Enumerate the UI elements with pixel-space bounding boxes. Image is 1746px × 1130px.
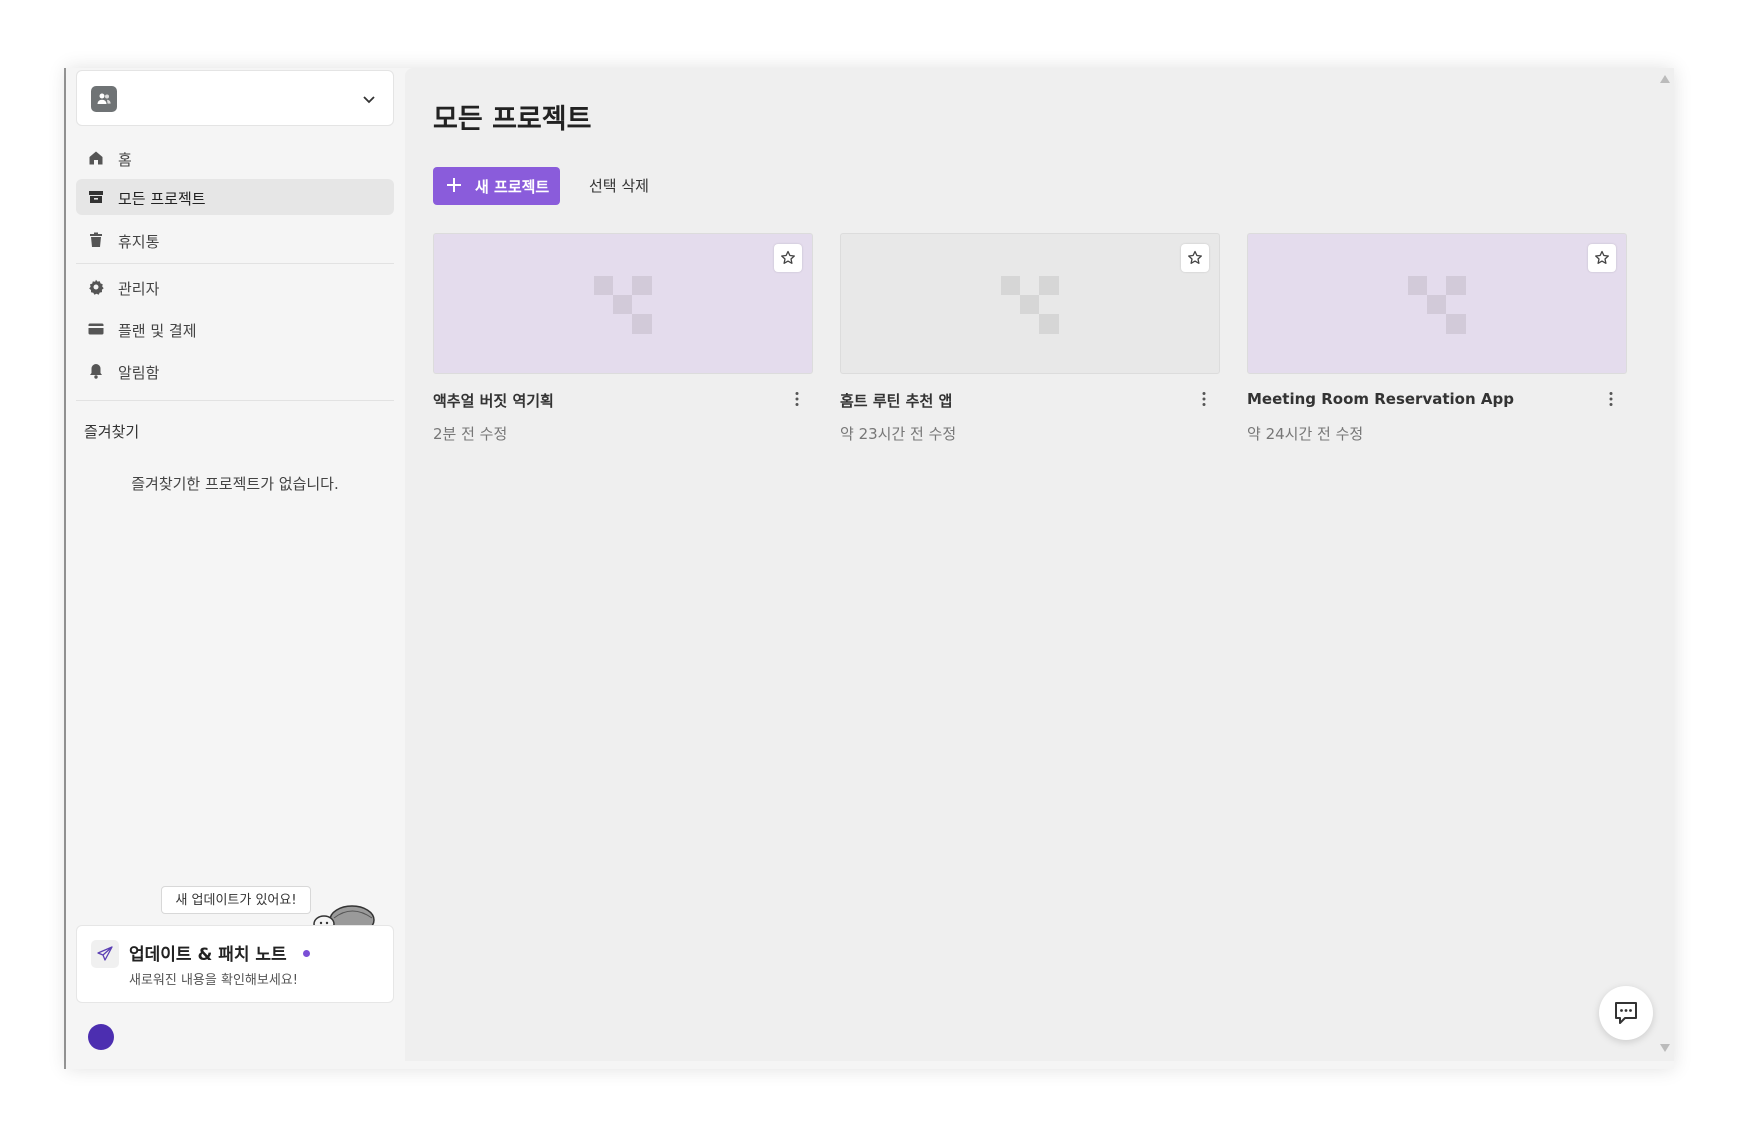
gear-icon	[89, 279, 104, 295]
chat-icon	[1615, 1002, 1637, 1024]
more-vertical-icon[interactable]	[795, 391, 799, 407]
project-modified: 약 23시간 전 수정	[840, 425, 957, 443]
sidebar-item-trash[interactable]: 휴지통	[76, 222, 394, 258]
new-indicator-dot	[303, 950, 310, 957]
sidebar: 홈 모든 프로젝트 휴지통 관리자 플랜 및 결제 알림함 즐겨찾기 즐겨찾기한…	[66, 68, 404, 1069]
placeholder-logo-icon	[594, 276, 652, 334]
main-content: 모든 프로젝트 새 프로젝트 선택 삭제 액추얼 버짓 역기획 2분 전 수정	[405, 68, 1674, 1061]
sidebar-item-label: 홈	[118, 151, 132, 169]
star-icon	[1188, 250, 1202, 264]
placeholder-logo-icon	[1408, 276, 1466, 334]
credit-card-icon	[88, 323, 104, 335]
sidebar-item-admin[interactable]: 관리자	[76, 269, 394, 305]
update-title: 업데이트 & 패치 노트	[129, 945, 287, 965]
update-tooltip: 새 업데이트가 있어요!	[161, 886, 311, 914]
more-vertical-icon[interactable]	[1202, 391, 1206, 407]
sidebar-item-plans[interactable]: 플랜 및 결제	[76, 311, 394, 347]
sidebar-item-label: 모든 프로젝트	[118, 190, 206, 208]
project-modified: 약 24시간 전 수정	[1247, 425, 1364, 443]
sidebar-item-label: 알림함	[118, 364, 160, 382]
favorites-title: 즐겨찾기	[84, 423, 140, 441]
send-icon	[91, 940, 119, 968]
project-thumbnail[interactable]	[1247, 233, 1627, 374]
new-project-label: 새 프로젝트	[475, 178, 550, 196]
favorite-star-button[interactable]	[1181, 244, 1209, 272]
page-title: 모든 프로젝트	[433, 104, 592, 135]
team-icon	[91, 86, 117, 112]
bell-icon	[90, 364, 102, 379]
project-card[interactable]: Meeting Room Reservation App 약 24시간 전 수정	[1247, 233, 1627, 443]
project-card[interactable]: 홈트 루틴 추천 앱 약 23시간 전 수정	[840, 233, 1220, 443]
sidebar-item-label: 휴지통	[118, 233, 160, 251]
star-icon	[781, 250, 795, 264]
sidebar-item-label: 플랜 및 결제	[118, 322, 197, 340]
favorite-star-button[interactable]	[774, 244, 802, 272]
project-title[interactable]: Meeting Room Reservation App	[1247, 390, 1514, 408]
sidebar-item-label: 관리자	[118, 280, 160, 298]
app-window: 홈 모든 프로젝트 휴지통 관리자 플랜 및 결제 알림함 즐겨찾기 즐겨찾기한…	[66, 68, 1674, 1069]
sidebar-item-notifications[interactable]: 알림함	[76, 353, 394, 389]
plus-icon	[447, 178, 461, 192]
home-icon	[89, 151, 103, 165]
placeholder-logo-icon	[1001, 276, 1059, 334]
scroll-down-arrow-icon[interactable]	[1659, 1043, 1671, 1053]
chevron-down-icon	[363, 96, 375, 104]
trash-icon	[90, 232, 102, 247]
sidebar-divider	[76, 263, 394, 264]
project-card[interactable]: 액추얼 버짓 역기획 2분 전 수정	[433, 233, 813, 443]
scroll-up-arrow-icon[interactable]	[1659, 74, 1671, 84]
favorites-empty-text: 즐겨찾기한 프로젝트가 없습니다.	[131, 475, 339, 493]
avatar[interactable]	[88, 1024, 114, 1050]
update-patch-notes-card[interactable]: 업데이트 & 패치 노트 새로워진 내용을 확인해보세요!	[76, 925, 394, 1003]
new-project-button[interactable]: 새 프로젝트	[433, 167, 560, 205]
sidebar-item-home[interactable]: 홈	[76, 140, 394, 176]
chat-support-button[interactable]	[1599, 986, 1653, 1040]
workspace-selector[interactable]	[76, 70, 394, 126]
project-title[interactable]: 홈트 루틴 추천 앱	[840, 390, 952, 411]
project-thumbnail[interactable]	[433, 233, 813, 374]
star-icon	[1595, 250, 1609, 264]
favorite-star-button[interactable]	[1588, 244, 1616, 272]
update-subtitle: 새로워진 내용을 확인해보세요!	[129, 973, 298, 988]
more-vertical-icon[interactable]	[1609, 391, 1613, 407]
project-title[interactable]: 액추얼 버짓 역기획	[433, 390, 554, 411]
archive-icon	[89, 191, 103, 203]
project-modified: 2분 전 수정	[433, 425, 508, 443]
project-thumbnail[interactable]	[840, 233, 1220, 374]
sidebar-divider	[76, 400, 394, 401]
sidebar-item-all-projects[interactable]: 모든 프로젝트	[76, 179, 394, 215]
delete-selected-button[interactable]: 선택 삭제	[589, 175, 649, 196]
